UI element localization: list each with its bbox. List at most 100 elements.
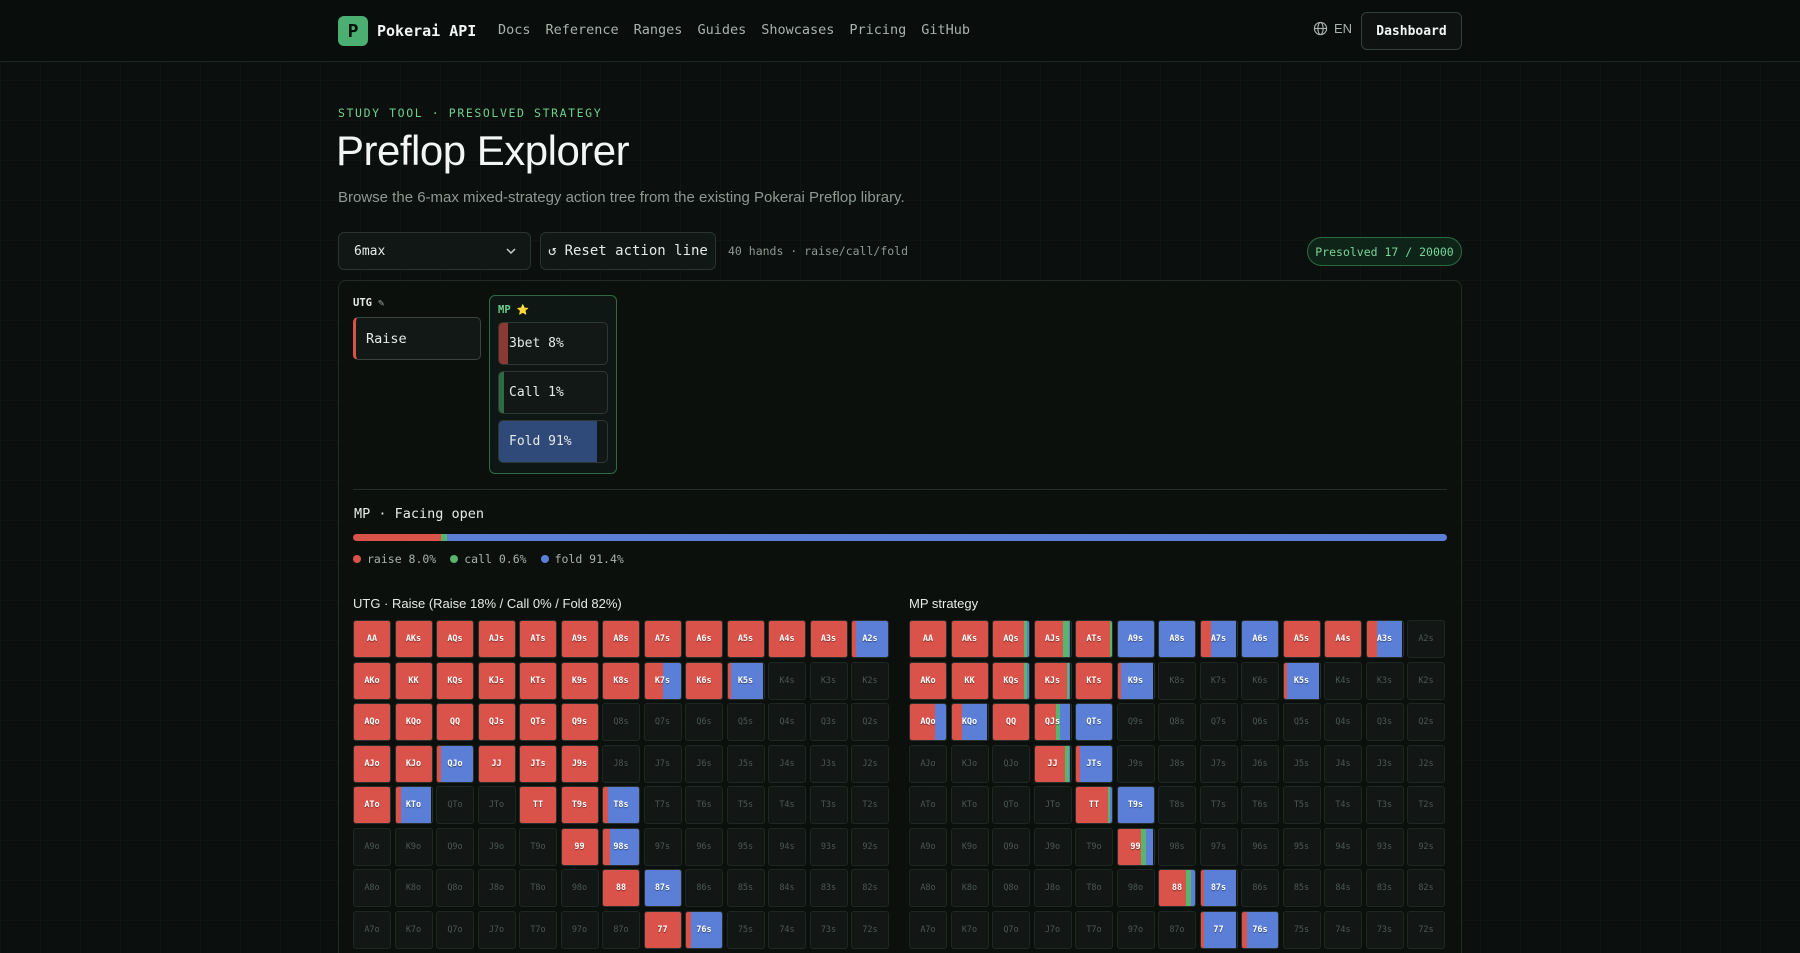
hand-cell[interactable]: T8o (519, 869, 557, 907)
hand-cell[interactable]: K6s (1241, 661, 1279, 700)
hand-cell[interactable]: 94s (1324, 827, 1362, 866)
hand-cell[interactable]: QQ (992, 703, 1030, 741)
hand-cell[interactable]: J9o (1033, 827, 1072, 866)
hand-cell[interactable]: K9s (560, 661, 599, 700)
hand-cell[interactable]: 92s (851, 827, 889, 866)
hand-cell[interactable]: 76s (685, 910, 723, 949)
hand-cell[interactable]: K8s (602, 661, 640, 700)
hand-cell[interactable]: 95s (726, 827, 765, 866)
hand-cell[interactable]: J6s (1241, 744, 1279, 783)
dashboard-button[interactable]: Dashboard (1361, 12, 1462, 50)
hand-cell[interactable]: J8o (1033, 869, 1072, 907)
hand-cell[interactable]: 87o (1158, 910, 1196, 949)
hand-cell[interactable]: AQo (353, 703, 391, 741)
mp-3bet-action[interactable]: 3bet 8% (498, 322, 608, 365)
hand-cell[interactable]: A3s (809, 620, 848, 658)
hand-cell[interactable]: 99 (560, 827, 599, 866)
hand-cell[interactable]: 94s (768, 827, 806, 866)
nav-docs[interactable]: Docs (498, 22, 531, 38)
hand-cell[interactable]: ATs (519, 620, 557, 658)
hand-cell[interactable]: A9s (1116, 620, 1155, 658)
hand-cell[interactable]: 87s (643, 869, 682, 907)
hand-cell[interactable]: KJs (1033, 661, 1072, 700)
hand-cell[interactable]: J8s (602, 744, 640, 783)
hand-cell[interactable]: AKo (909, 661, 947, 700)
hand-cell[interactable]: 97o (1116, 910, 1155, 949)
hand-cell[interactable]: AKo (353, 661, 391, 700)
hand-cell[interactable]: A9s (560, 620, 599, 658)
hand-cell[interactable]: Q3s (1365, 703, 1404, 741)
hand-cell[interactable]: T4s (768, 786, 806, 824)
hand-cell[interactable]: QJo (992, 744, 1030, 783)
hand-cell[interactable]: QJo (436, 744, 474, 783)
hand-cell[interactable]: T9s (560, 786, 599, 824)
hand-cell[interactable]: Q9s (1116, 703, 1155, 741)
hand-cell[interactable]: A7o (353, 910, 391, 949)
hand-cell[interactable]: A5s (1282, 620, 1321, 658)
hand-cell[interactable]: Q8o (992, 869, 1030, 907)
hand-cell[interactable]: Q2s (851, 703, 889, 741)
hand-cell[interactable]: T5s (726, 786, 765, 824)
hand-cell[interactable]: AKs (950, 620, 989, 658)
hand-cell[interactable]: K9s (1116, 661, 1155, 700)
hand-cell[interactable]: T8s (1158, 786, 1196, 824)
hand-cell[interactable]: 97s (643, 827, 682, 866)
hand-cell[interactable]: 83s (809, 869, 848, 907)
hand-cell[interactable]: 87s (1199, 869, 1238, 907)
hand-cell[interactable]: KTo (950, 786, 989, 824)
hand-cell[interactable]: A9o (909, 827, 947, 866)
hand-cell[interactable]: 92s (1407, 827, 1445, 866)
hand-cell[interactable]: 96s (1241, 827, 1279, 866)
hand-cell[interactable]: KTs (1075, 661, 1113, 700)
hand-cell[interactable]: 82s (1407, 869, 1445, 907)
hand-cell[interactable]: 98o (1116, 869, 1155, 907)
hand-cell[interactable]: AKs (394, 620, 433, 658)
hand-cell[interactable]: Q8o (436, 869, 474, 907)
hand-cell[interactable]: A6s (1241, 620, 1279, 658)
hand-cell[interactable]: 98s (602, 827, 640, 866)
hand-cell[interactable]: Q5s (726, 703, 765, 741)
format-select[interactable]: 6max (338, 232, 531, 270)
hand-cell[interactable]: Q4s (1324, 703, 1362, 741)
hand-cell[interactable]: KJo (394, 744, 433, 783)
hand-cell[interactable]: AJs (1033, 620, 1072, 658)
hand-cell[interactable]: Q7s (1199, 703, 1238, 741)
hand-cell[interactable]: T6s (685, 786, 723, 824)
hand-cell[interactable]: QJs (477, 703, 516, 741)
hand-cell[interactable]: K5s (1282, 661, 1321, 700)
hand-cell[interactable]: Q4s (768, 703, 806, 741)
hand-cell[interactable]: QTs (1075, 703, 1113, 741)
hand-cell[interactable]: J4s (768, 744, 806, 783)
hand-cell[interactable]: A6s (685, 620, 723, 658)
hand-cell[interactable]: KQo (950, 703, 989, 741)
hand-cell[interactable]: T7s (643, 786, 682, 824)
hand-cell[interactable]: A5s (726, 620, 765, 658)
reset-action-line-button[interactable]: ↺ Reset action line (540, 232, 716, 270)
hand-cell[interactable]: 74s (768, 910, 806, 949)
hand-cell[interactable]: KQs (992, 661, 1030, 700)
hand-cell[interactable]: KQs (436, 661, 474, 700)
hand-cell[interactable]: JTo (1033, 786, 1072, 824)
hand-cell[interactable]: 97s (1199, 827, 1238, 866)
hand-cell[interactable]: A4s (1324, 620, 1362, 658)
hand-cell[interactable]: A7o (909, 910, 947, 949)
mp-call-action[interactable]: Call 1% (498, 371, 608, 414)
hand-cell[interactable]: T9o (519, 827, 557, 866)
hand-cell[interactable]: AJs (477, 620, 516, 658)
hand-cell[interactable]: JJ (1033, 744, 1072, 783)
hand-cell[interactable]: J9s (1116, 744, 1155, 783)
hand-cell[interactable]: Q9o (992, 827, 1030, 866)
hand-cell[interactable]: T9s (1116, 786, 1155, 824)
hand-cell[interactable]: 86s (685, 869, 723, 907)
hand-cell[interactable]: T3s (809, 786, 848, 824)
hand-cell[interactable]: A8o (909, 869, 947, 907)
hand-cell[interactable]: JJ (477, 744, 516, 783)
hand-cell[interactable]: Q6s (1241, 703, 1279, 741)
hand-cell[interactable]: 74s (1324, 910, 1362, 949)
hand-cell[interactable]: 95s (1282, 827, 1321, 866)
hand-cell[interactable]: 98s (1158, 827, 1196, 866)
hand-cell[interactable]: 73s (809, 910, 848, 949)
hand-cell[interactable]: AA (353, 620, 391, 658)
hand-cell[interactable]: 72s (1407, 910, 1445, 949)
hand-cell[interactable]: K7s (643, 661, 682, 700)
